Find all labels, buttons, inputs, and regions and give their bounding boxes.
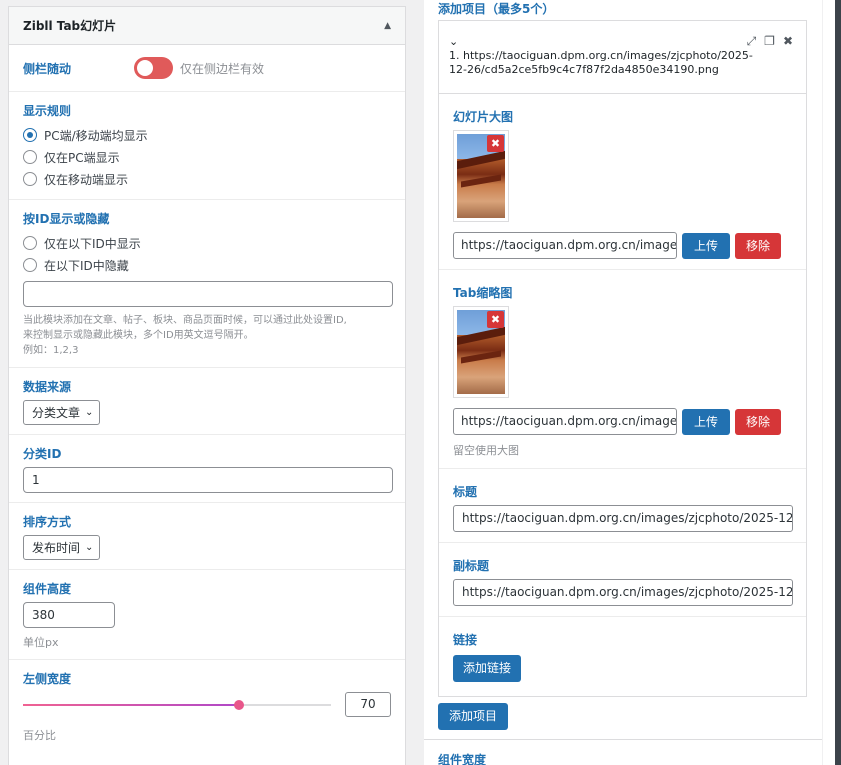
sidebar-follow-toggle[interactable] — [134, 57, 173, 79]
left-width-input[interactable]: 70 — [345, 692, 391, 717]
link-label: 链接 — [453, 633, 478, 647]
id-rule-label: 按ID显示或隐藏 — [23, 212, 110, 226]
height-input[interactable]: 380 — [23, 602, 115, 628]
toggle-knob — [137, 60, 153, 76]
radio-icon — [23, 150, 37, 164]
display-rule-label: 显示规则 — [23, 104, 72, 118]
tab-thumb-preview: ✖ — [453, 306, 509, 398]
title-line: 12-26/cd5a2ce5fb9c4c7f87f2da4850e34190.p… — [449, 63, 719, 76]
close-icon[interactable]: ✖ — [783, 34, 793, 49]
radio-icon — [23, 172, 37, 186]
subtitle-field: 副标题 https://taociguan.dpm.org.cn/images/… — [439, 543, 806, 617]
large-image-url-input[interactable]: https://taociguan.dpm.org.cn/image — [453, 232, 677, 259]
radio-icon — [23, 258, 37, 272]
radio-icon — [23, 236, 37, 250]
data-source-field: 数据来源 分类文章 ⌄ — [9, 368, 405, 435]
id-list-input[interactable] — [23, 281, 393, 307]
radio-hide-in-ids[interactable]: 在以下ID中隐藏 — [23, 254, 391, 276]
tab-thumb-label: Tab缩略图 — [453, 286, 513, 300]
repeater-item-header[interactable]: ⌄ ⤢ ❐ ✖ 1. https://taociguan.dpm.org.cn/… — [439, 21, 806, 94]
add-item-button[interactable]: 添加项目 — [438, 703, 509, 730]
tab-thumb-url-input[interactable]: https://taociguan.dpm.org.cn/image — [453, 408, 677, 435]
radio-label: PC端/移动端均显示 — [44, 128, 148, 143]
category-id-field: 分类ID 1 — [9, 435, 405, 503]
repeater-item: ⌄ ⤢ ❐ ✖ 1. https://taociguan.dpm.org.cn/… — [438, 20, 807, 697]
chevron-down-icon: ⌄ — [85, 542, 94, 553]
subtitle-label: 副标题 — [453, 559, 490, 573]
height-field: 组件高度 380 单位px — [9, 570, 405, 660]
expand-icon[interactable]: ⤢ — [747, 34, 757, 49]
left-width-slider[interactable] — [23, 699, 332, 710]
radio-label: 仅在以下ID中显示 — [44, 236, 141, 251]
height-label: 组件高度 — [23, 582, 72, 596]
repeater-header: 添加项目（最多5个） — [438, 2, 555, 16]
radio-label: 仅在PC端显示 — [44, 150, 120, 165]
radio-label: 在以下ID中隐藏 — [44, 258, 129, 273]
remove-button[interactable]: 移除 — [735, 408, 782, 435]
next-field-label: 组件宽度 — [424, 739, 822, 765]
page-edge — [823, 0, 841, 765]
remove-image-icon[interactable]: ✖ — [487, 135, 504, 152]
chevron-down-icon: ⌄ — [85, 407, 94, 418]
repeater-item-title: 1. https://taociguan.dpm.org.cn/images/z… — [449, 49, 796, 77]
sidebar-follow-label: 侧栏随动 — [23, 61, 72, 76]
large-image-field: 幻灯片大图 ✖ https://taociguan.dpm.org.cn/ima… — [439, 94, 806, 270]
height-unit: 单位px — [23, 636, 59, 649]
large-image-preview: ✖ — [453, 130, 509, 222]
title-input[interactable]: https://taociguan.dpm.org.cn/images/zjcp… — [453, 505, 793, 532]
link-field: 链接 添加链接 — [439, 617, 806, 692]
triangle-up-icon[interactable]: ▲ — [384, 21, 391, 31]
add-link-button[interactable]: 添加链接 — [453, 655, 522, 682]
radio-pc-only[interactable]: 仅在PC端显示 — [23, 146, 391, 168]
data-source-label: 数据来源 — [23, 380, 72, 394]
subtitle-input[interactable]: https://taociguan.dpm.org.cn/images/zjcp… — [453, 579, 793, 606]
select-value: 分类文章 — [32, 406, 81, 420]
left-width-unit: 百分比 — [23, 729, 56, 742]
upload-button[interactable]: 上传 — [682, 408, 731, 435]
upload-button[interactable]: 上传 — [682, 232, 731, 259]
select-value: 发布时间 — [32, 541, 81, 555]
large-image-label: 幻灯片大图 — [453, 110, 514, 124]
id-rule-field: 按ID显示或隐藏 仅在以下ID中显示 在以下ID中隐藏 当此模块添加在文章、帖子… — [9, 200, 405, 368]
slider-handle[interactable] — [233, 699, 244, 710]
title-label: 标题 — [453, 485, 478, 499]
desc-line: 例如：1,2,3 — [23, 345, 79, 356]
sort-select[interactable]: 发布时间 ⌄ — [23, 535, 101, 560]
tab-thumb-field: Tab缩略图 ✖ https://taociguan.dpm.org.cn/im… — [439, 270, 806, 469]
radio-mobile-only[interactable]: 仅在移动端显示 — [23, 168, 391, 190]
copy-icon[interactable]: ❐ — [764, 34, 775, 49]
radio-show-in-ids[interactable]: 仅在以下ID中显示 — [23, 232, 391, 254]
desc-line: 当此模块添加在文章、帖子、板块、商品页面时候，可以通过此处设置ID, — [23, 315, 347, 326]
radio-all-devices[interactable]: PC端/移动端均显示 — [23, 124, 391, 146]
id-rule-description: 当此模块添加在文章、帖子、板块、商品页面时候，可以通过此处设置ID, 来控制显示… — [23, 313, 391, 358]
data-source-select[interactable]: 分类文章 ⌄ — [23, 400, 101, 425]
category-id-label: 分类ID — [23, 447, 62, 461]
display-rule-field: 显示规则 PC端/移动端均显示 仅在PC端显示 仅在移动端显示 — [9, 92, 405, 200]
left-width-label: 左侧宽度 — [23, 672, 72, 686]
repeater-column: 添加项目（最多5个） ⌄ ⤢ ❐ ✖ 1. https://taociguan.… — [424, 0, 822, 765]
title-line: 1. https://taociguan.dpm.org.cn/images/z… — [449, 49, 753, 62]
remove-button[interactable]: 移除 — [735, 232, 782, 259]
slider-fill — [23, 703, 239, 706]
tab-thumb-hint: 留空使用大图 — [453, 444, 519, 457]
category-id-input[interactable]: 1 — [23, 467, 393, 493]
desc-line: 来控制显示或隐藏此模块，多个ID用英文逗号隔开。 — [23, 330, 254, 341]
sidebar-follow-field: 侧栏随动 仅在侧边栏有效 — [9, 45, 405, 92]
radio-label: 仅在移动端显示 — [44, 172, 129, 187]
title-field: 标题 https://taociguan.dpm.org.cn/images/z… — [439, 469, 806, 543]
left-width-field: 左侧宽度 70 百分比 — [9, 660, 405, 752]
remove-image-icon[interactable]: ✖ — [487, 311, 504, 328]
chevron-down-icon[interactable]: ⌄ — [449, 35, 796, 48]
widget-panel: Zibll Tab幻灯片 ▲ 侧栏随动 仅在侧边栏有效 显示规则 PC端/移动端… — [8, 6, 406, 765]
widget-header[interactable]: Zibll Tab幻灯片 ▲ — [9, 7, 405, 45]
radio-checked-icon — [23, 128, 37, 142]
widget-title: Zibll Tab幻灯片 — [23, 19, 117, 33]
sort-field: 排序方式 发布时间 ⌄ — [9, 503, 405, 570]
sort-label: 排序方式 — [23, 515, 72, 529]
sidebar-follow-hint: 仅在侧边栏有效 — [180, 61, 265, 76]
